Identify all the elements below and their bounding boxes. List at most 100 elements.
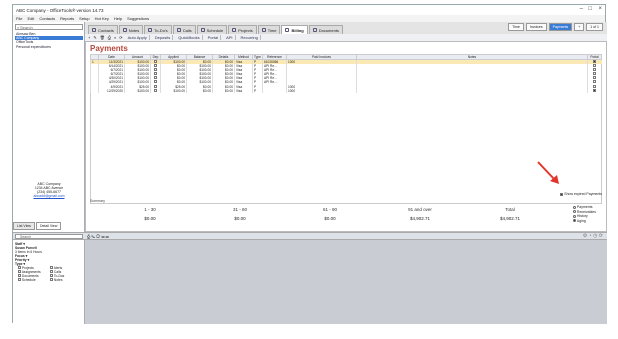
record-navigator: 1 of 1 [586, 23, 603, 31]
checkbox[interactable] [593, 76, 597, 80]
menu-reports[interactable]: Reports [60, 16, 74, 21]
table-cell: P [252, 88, 263, 93]
checkbox[interactable] [154, 60, 157, 63]
table-row[interactable]: 12/29/2020 $100.00 $100.00 $0.00 $0.00 Visa P 1… [90, 88, 602, 93]
summary-title: Summary [90, 199, 105, 203]
checkbox[interactable] [154, 80, 157, 84]
filter-pane: Staff ▾ Susan Purcell 3 Items In 6 Hours… [13, 240, 85, 324]
menu-file[interactable]: File [16, 16, 22, 21]
annotation-arrow [537, 161, 559, 184]
type-schedule[interactable]: Schedule [18, 278, 50, 282]
page-title: Payments [90, 44, 128, 53]
projects-icon [232, 28, 237, 32]
checkbox[interactable] [593, 68, 597, 72]
menu-setup[interactable]: Setup [79, 16, 89, 21]
portal-link[interactable]: Portal [206, 35, 222, 40]
settings-icon[interactable]: ⚙ ◔ ◷ ⟳ [583, 233, 603, 239]
maximize-button[interactable]: □ [588, 6, 592, 12]
table-cell [356, 88, 588, 93]
checkbox[interactable] [593, 84, 597, 88]
bottom-toolbar: Search ⎙ ✎ ⟳ ▭ ▭ ⚙ ◔ ◷ ⟳ [13, 232, 607, 240]
menu-hotkey[interactable]: Hot Key [95, 16, 109, 21]
tab-notes[interactable]: Notes [118, 25, 144, 34]
calendar-icon [200, 28, 205, 32]
menu-edit[interactable]: Edit [27, 16, 34, 21]
documents-icon [312, 28, 317, 32]
invoices-button[interactable]: Invoices [525, 23, 547, 31]
type-checkboxes: Projects Alerts Assignments Calls Docume… [15, 266, 82, 282]
time-button[interactable]: Time [508, 23, 524, 31]
table-cell: $0.00 [212, 88, 235, 93]
show-expired-checkbox[interactable]: Show expired Payments [560, 192, 602, 196]
type-notes[interactable]: Notes [50, 278, 82, 282]
tab-schedule[interactable]: Schedule [196, 25, 228, 34]
refresh-icon[interactable]: ⟳ [119, 35, 122, 40]
checkbox[interactable] [593, 80, 597, 84]
search-icon[interactable]: ⌕ [114, 35, 116, 40]
delete-icon[interactable]: 🗑 [100, 35, 105, 40]
minimize-button[interactable]: – [580, 6, 583, 12]
checkbox[interactable] [593, 88, 597, 92]
list-view-tab[interactable]: List View [13, 222, 35, 230]
deposits-link[interactable]: Deposits [153, 35, 174, 40]
menu-suggestions[interactable]: Suggestions [127, 16, 149, 21]
auto-apply-link[interactable]: Auto Apply [126, 35, 150, 40]
menu-help[interactable]: Help [114, 16, 122, 21]
menu-bar: File Edit Contacts Reports Setup Hot Key… [13, 15, 605, 22]
tab-billing[interactable]: Billing [281, 25, 308, 34]
aging-col: 91 and over $4,902.71 [408, 207, 432, 221]
checkbox[interactable] [154, 72, 157, 76]
checkbox[interactable] [154, 88, 157, 92]
tab-time[interactable]: Time [257, 25, 281, 34]
phone-icon [176, 28, 181, 32]
checkbox[interactable] [154, 76, 157, 80]
contact-search-input[interactable]: ⌕ Search [15, 24, 83, 30]
add-icon[interactable]: + [88, 35, 90, 40]
tab-todos[interactable]: To-Do's [144, 25, 172, 34]
contacts-icon [92, 28, 96, 32]
menu-contacts[interactable]: Contacts [39, 16, 55, 21]
todo-icon [148, 28, 153, 32]
aging-columns: 1 - 30 $0.00 31 - 60 $0.00 61 - 90 $0.00 91… [110, 207, 550, 221]
table-cell: $0.00 [186, 88, 213, 93]
tab-documents[interactable]: Documents [308, 25, 343, 34]
app-window: ABC Company - OfficeTools® version 14.73… [12, 4, 607, 324]
checkbox[interactable] [593, 72, 597, 76]
aging-col: 31 - 60 $0.00 [232, 207, 247, 221]
checkbox[interactable] [593, 64, 597, 68]
quickbooks-link[interactable]: QuickBooks [176, 35, 203, 40]
checkbox[interactable] [154, 64, 157, 68]
print-icon[interactable]: ⎙ [108, 35, 111, 40]
notes-icon [122, 28, 127, 32]
module-tabs: Contacts Notes To-Do's Calls Schedule Pr… [85, 22, 607, 34]
tab-calls[interactable]: Calls [172, 25, 196, 34]
summary-mode-radios: Payments Receivables History Aging [572, 205, 596, 224]
checkbox[interactable] [593, 60, 597, 63]
window-title: ABC Company - OfficeTools® version 14.73 [16, 7, 104, 13]
card-email-link[interactable]: abcadd@gmail.com [13, 194, 85, 198]
table-cell [587, 88, 602, 93]
payments-panel: Payments Date Amount Dep Applied Balance… [85, 41, 607, 232]
api-link[interactable]: API [224, 35, 236, 40]
detail-view-tab[interactable]: Detail View [35, 222, 62, 230]
add-button[interactable]: + [574, 23, 585, 31]
recurring-link[interactable]: Recurring [239, 35, 261, 40]
table-cell: 1000 [286, 88, 357, 93]
tab-contacts[interactable]: Contacts [88, 25, 118, 34]
close-button[interactable]: × [598, 6, 602, 12]
table-cell: Visa [234, 88, 253, 93]
payments-button[interactable]: Payments [548, 23, 573, 31]
title-bar: ABC Company - OfficeTools® version 14.73… [13, 5, 605, 15]
radio-aging[interactable]: Aging [572, 219, 596, 224]
contact-item[interactable]: Personal expenditures [15, 45, 83, 49]
edit-icon[interactable]: ✎ [93, 35, 96, 40]
checkbox[interactable] [154, 84, 157, 88]
billing-toolbar: + ✎ 🗑 ⎙ ⌕ ⟳ Auto Apply Deposits QuickBoo… [85, 34, 607, 41]
table-cell [150, 88, 161, 93]
checkbox[interactable] [560, 192, 564, 196]
bottom-search-input[interactable]: Search [15, 234, 83, 239]
tab-projects[interactable]: Projects [228, 25, 257, 34]
checkbox[interactable] [154, 68, 157, 72]
detail-empty-area [85, 240, 607, 324]
bottom-tool-icons[interactable]: ⎙ ✎ ⟳ ▭ ▭ [87, 234, 109, 239]
